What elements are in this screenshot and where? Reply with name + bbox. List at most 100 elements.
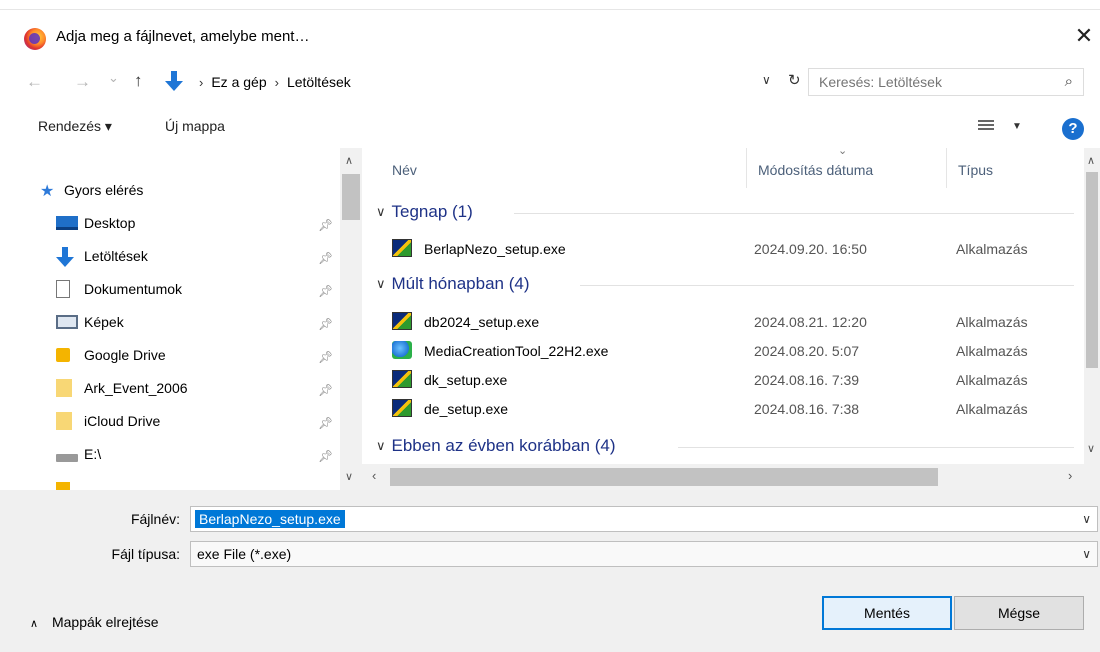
save-form: Fájlnév: BerlapNezo_setup.exe ∨ Fájl típ… — [0, 490, 1100, 652]
sort-indicator-icon: ⌄ — [838, 148, 848, 157]
scroll-left-chevron-icon[interactable]: ‹ — [372, 468, 376, 483]
sidebar-item-icloud-drive[interactable]: iCloud Drive — [56, 405, 356, 437]
column-header-date[interactable]: Módosítás dátuma — [758, 162, 873, 178]
scroll-down-chevron-icon[interactable]: ∨ — [1087, 442, 1095, 455]
pin-icon[interactable]: 📌︎ — [318, 350, 333, 364]
group-header-last-month[interactable]: ∨ Múlt hónapban (4) — [376, 274, 530, 294]
scroll-down-chevron-icon[interactable]: ∨ — [345, 470, 353, 483]
file-list-horizontal-scrollbar[interactable]: ‹ › — [362, 464, 1100, 490]
new-folder-button[interactable]: Új mappa — [165, 118, 225, 134]
file-date: 2024.09.20. 16:50 — [754, 241, 867, 257]
close-icon[interactable]: ✕ — [1068, 22, 1100, 50]
collapse-chevron-icon[interactable]: ∨ — [376, 276, 386, 292]
sidebar-item-google-drive[interactable]: Google Drive — [56, 339, 356, 371]
file-row[interactable]: de_setup.exe 2024.08.16. 7:38 Alkalmazás — [392, 395, 1082, 423]
file-name: de_setup.exe — [424, 401, 509, 417]
filename-dropdown-chevron-icon[interactable]: ∨ — [1082, 512, 1091, 526]
pin-icon[interactable]: 📌︎ — [318, 449, 333, 463]
file-type: Alkalmazás — [956, 343, 1028, 359]
organize-button[interactable]: Rendezés ▾ — [38, 118, 112, 135]
google-drive-icon — [56, 348, 70, 362]
address-bar[interactable]: › Ez a gép › Letöltések — [165, 68, 760, 96]
desktop-icon — [56, 216, 78, 230]
filename-input[interactable]: BerlapNezo_setup.exe ∨ — [190, 506, 1098, 532]
pin-icon[interactable]: 📌︎ — [318, 317, 333, 331]
breadcrumb-downloads[interactable]: Letöltések — [287, 74, 351, 90]
search-box[interactable]: ⌕ — [808, 68, 1084, 96]
file-row[interactable]: MediaCreationTool_22H2.exe 2024.08.20. 5… — [392, 337, 1082, 365]
setup-icon — [392, 312, 412, 330]
collapse-chevron-icon[interactable]: ∨ — [376, 204, 386, 220]
sidebar-quick-access[interactable]: ★ Gyors elérés — [40, 174, 340, 206]
sidebar-item-label: Képek — [84, 314, 124, 330]
view-details-icon[interactable] — [978, 120, 994, 132]
filetype-select[interactable]: exe File (*.exe) ∨ — [190, 541, 1098, 567]
column-header-name[interactable]: Név — [392, 162, 417, 178]
command-toolbar: Rendezés ▾ Új mappa ▼ ? — [0, 104, 1100, 148]
star-icon: ★ — [40, 183, 55, 200]
column-separator[interactable] — [946, 148, 947, 188]
file-row[interactable]: db2024_setup.exe 2024.08.21. 12:20 Alkal… — [392, 308, 1082, 336]
group-header-earlier-this-year[interactable]: ∨ Ebben az évben korábban (4) — [376, 436, 616, 456]
scroll-thumb[interactable] — [1086, 172, 1098, 368]
sidebar-item-label: Dokumentumok — [84, 281, 183, 297]
breadcrumb-this-pc[interactable]: Ez a gép — [211, 74, 266, 90]
chevron-up-icon: ∧ — [30, 618, 39, 630]
file-date: 2024.08.16. 7:38 — [754, 401, 860, 417]
filename-value[interactable]: BerlapNezo_setup.exe — [195, 510, 345, 528]
navigation-pane-scrollbar[interactable]: ∧ ∨ — [340, 148, 362, 490]
file-list-vertical-scrollbar[interactable]: ∧ ∨ — [1084, 148, 1100, 464]
save-dialog: Adja meg a fájlnevet, amelybe ment… ✕ ← … — [0, 0, 1100, 652]
sidebar-item-downloads[interactable]: Letöltések — [56, 240, 356, 272]
address-dropdown-chevron-icon[interactable]: ∨ — [762, 73, 771, 87]
setup-icon — [392, 399, 412, 417]
search-icon[interactable]: ⌕ — [1065, 73, 1073, 90]
column-separator[interactable] — [746, 148, 747, 188]
file-row[interactable]: dk_setup.exe 2024.08.16. 7:39 Alkalmazás — [392, 366, 1082, 394]
scroll-right-chevron-icon[interactable]: › — [1068, 468, 1072, 483]
filetype-dropdown-chevron-icon[interactable]: ∨ — [1082, 547, 1091, 561]
sidebar-item-drive-e[interactable]: E:\ — [56, 438, 356, 470]
pin-icon[interactable]: 📌︎ — [318, 416, 333, 430]
pin-icon[interactable]: 📌︎ — [318, 383, 333, 397]
drive-icon — [56, 454, 78, 462]
pin-icon[interactable]: 📌︎ — [318, 218, 333, 232]
collapse-chevron-icon[interactable]: ∨ — [376, 438, 386, 454]
group-label: Tegnap (1) — [391, 202, 473, 221]
scroll-thumb[interactable] — [342, 174, 360, 220]
scroll-up-chevron-icon[interactable]: ∧ — [345, 154, 353, 167]
sidebar-item-partial[interactable] — [56, 472, 356, 490]
downloads-folder-icon — [165, 71, 183, 93]
pin-icon[interactable]: 📌︎ — [318, 251, 333, 265]
sidebar-item-ark-event[interactable]: Ark_Event_2006 — [56, 372, 356, 404]
refresh-icon[interactable]: ↻ — [788, 71, 801, 89]
forward-arrow-icon[interactable]: → — [74, 72, 91, 92]
up-arrow-icon[interactable]: ↑ — [134, 71, 143, 91]
scroll-up-chevron-icon[interactable]: ∧ — [1087, 154, 1095, 167]
file-date: 2024.08.16. 7:39 — [754, 372, 860, 388]
hide-folders-toggle[interactable]: ∧ Mappák elrejtése — [30, 614, 159, 630]
search-input[interactable] — [819, 69, 1049, 95]
sidebar-item-label: Google Drive — [84, 347, 166, 363]
group-divider — [678, 447, 1074, 448]
file-list: Név ⌄ Módosítás dátuma Típus ∨ Tegnap (1… — [362, 148, 1084, 464]
cancel-button[interactable]: Mégse — [954, 596, 1084, 630]
recent-locations-chevron-icon[interactable]: ⌄ — [108, 70, 119, 86]
file-row[interactable]: BerlapNezo_setup.exe 2024.09.20. 16:50 A… — [392, 235, 1082, 263]
save-button[interactable]: Mentés — [822, 596, 952, 630]
group-header-yesterday[interactable]: ∨ Tegnap (1) — [376, 202, 473, 222]
group-label: Múlt hónapban (4) — [391, 274, 530, 293]
back-arrow-icon[interactable]: ← — [26, 72, 43, 92]
pin-icon[interactable]: 📌︎ — [318, 284, 333, 298]
scroll-thumb[interactable] — [390, 468, 938, 486]
sidebar-item-documents[interactable]: Dokumentumok — [56, 273, 356, 305]
help-icon[interactable]: ? — [1062, 118, 1084, 140]
folder-icon — [56, 412, 72, 430]
sidebar-item-pictures[interactable]: Képek — [56, 306, 356, 338]
navigation-bar: ← → ⌄ ↑ › Ez a gép › Letöltések ∨ ↻ ⌕ — [0, 60, 1100, 104]
breadcrumb-separator-icon[interactable]: › — [275, 75, 279, 90]
sidebar-item-desktop[interactable]: Desktop — [56, 207, 356, 239]
view-dropdown-icon[interactable]: ▼ — [1012, 121, 1022, 132]
file-name: db2024_setup.exe — [424, 314, 540, 330]
column-header-type[interactable]: Típus — [958, 162, 993, 178]
